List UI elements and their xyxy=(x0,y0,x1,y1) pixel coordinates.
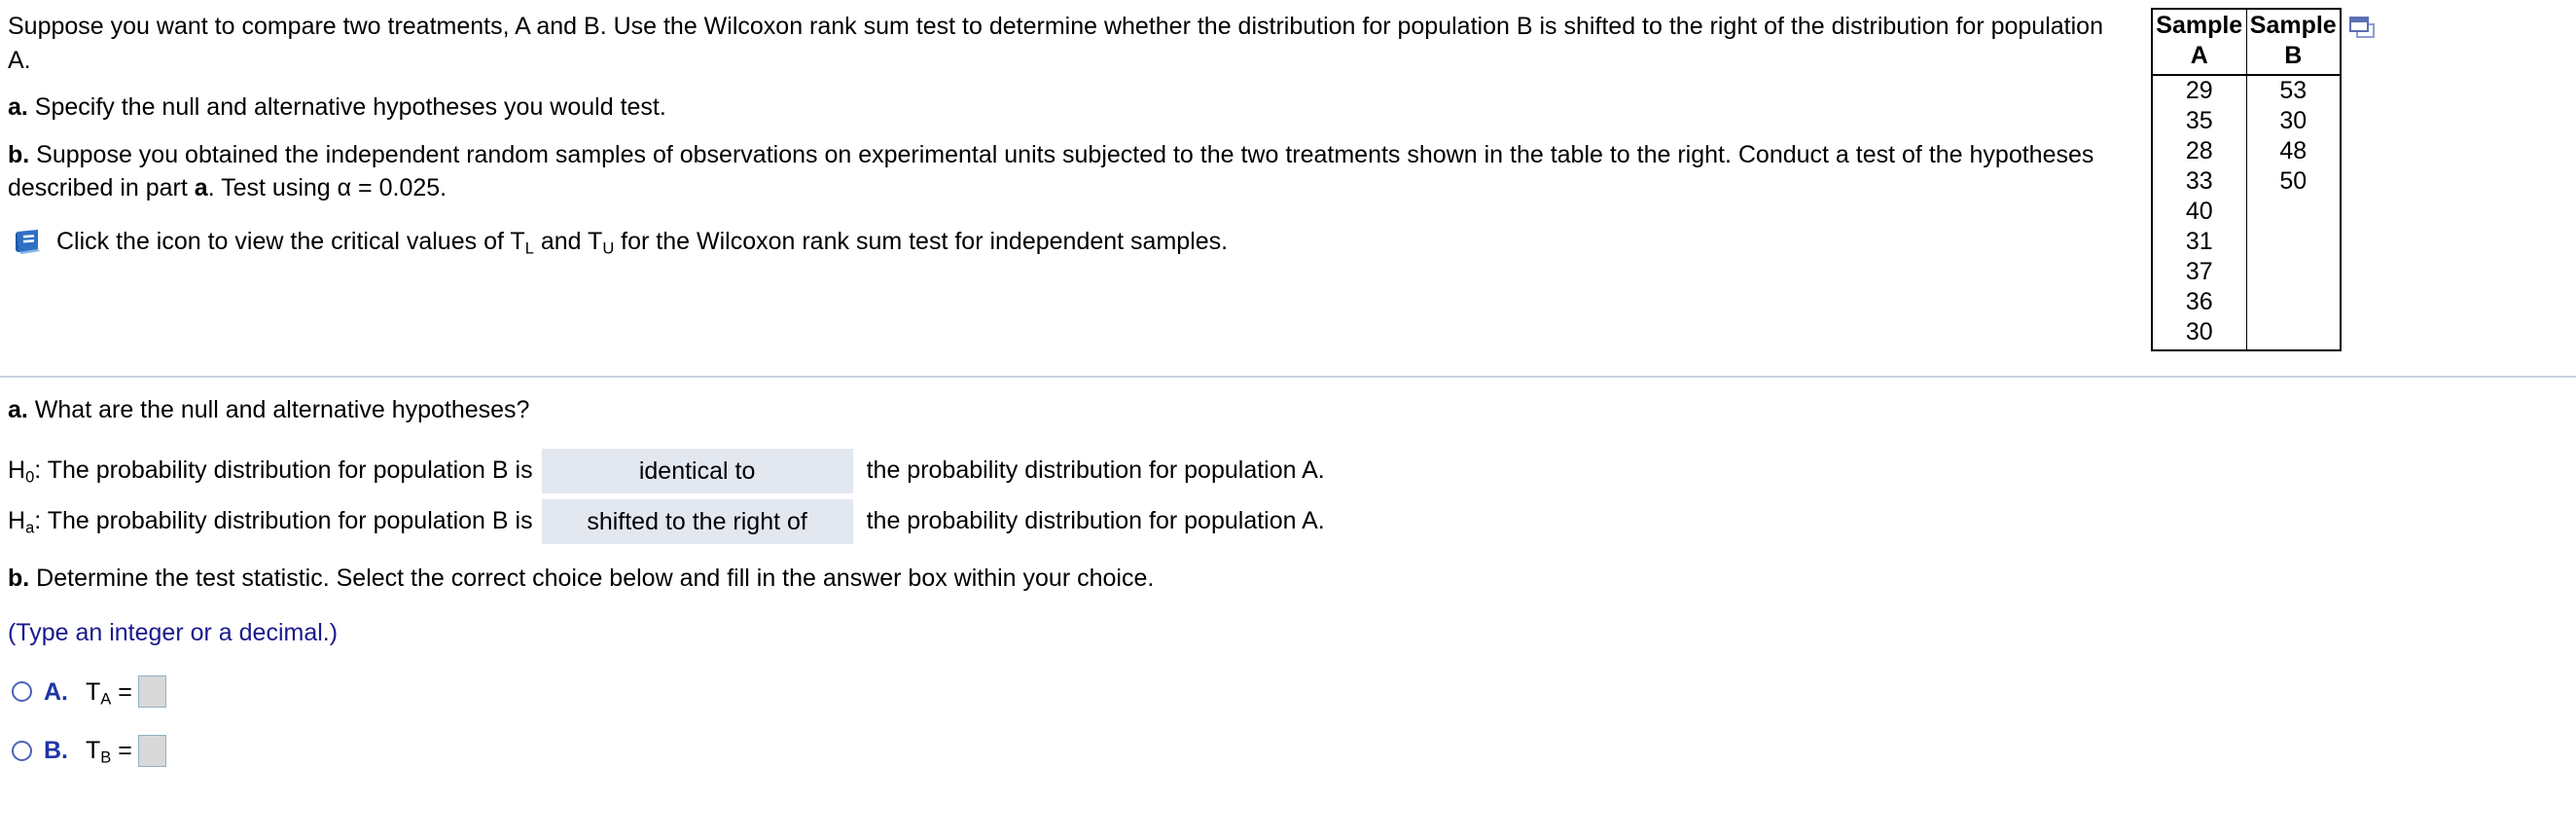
h0-subscript: 0 xyxy=(25,468,35,487)
cell-sample-b: 53 xyxy=(2245,75,2342,106)
cell-sample-a: 31 xyxy=(2151,227,2247,257)
problem-statement-panel: Suppose you want to compare two treatmen… xyxy=(0,0,2576,376)
alpha-expression: α = 0.025 xyxy=(338,174,441,201)
part-b-paragraph: b. Suppose you obtained the independent … xyxy=(8,138,2109,205)
ha-subscript: a xyxy=(25,519,35,537)
t-lower-subscript: L xyxy=(524,239,534,258)
alpha-symbol: α xyxy=(337,174,352,201)
column-header-sample-b-line1: Sample xyxy=(2249,12,2337,39)
cell-sample-b xyxy=(2245,317,2342,350)
alternative-hypothesis-dropdown[interactable]: shifted to the right of xyxy=(541,498,853,544)
table-row: 30 xyxy=(2151,317,2342,350)
choice-row-b[interactable]: B. TB = xyxy=(8,734,2576,768)
cell-sample-a: 28 xyxy=(2151,136,2247,166)
sample-data-table: Sample A Sample B 29 53 35 30 28 48 33 50 40 3… xyxy=(2151,8,2342,351)
t-upper-subscript: U xyxy=(602,239,615,258)
cell-sample-a: 35 xyxy=(2151,106,2247,136)
alternative-hypothesis-tail: the probability distribution for populat… xyxy=(866,507,1325,535)
choice-b-statistic-label: TB = xyxy=(86,734,132,768)
part-a-paragraph: a. Specify the null and alternative hypo… xyxy=(8,91,2109,125)
part-a-text: Specify the null and alternative hypothe… xyxy=(27,93,666,121)
ha-lead-text: : The probability distribution for popul… xyxy=(34,507,533,535)
column-header-sample-a-line1: Sample xyxy=(2156,12,2243,39)
h0-lead-text: : The probability distribution for popul… xyxy=(34,456,533,485)
table-row: 40 xyxy=(2151,197,2342,227)
problem-text-column: Suppose you want to compare two treatmen… xyxy=(8,10,2109,258)
cell-sample-a: 29 xyxy=(2151,75,2247,106)
null-hypothesis-lead: H0: The probability distribution for pop… xyxy=(8,454,542,488)
cell-sample-a: 40 xyxy=(2151,197,2247,227)
part-a-label: a. xyxy=(8,93,28,121)
book-icon[interactable] xyxy=(14,227,43,256)
question-a-text: What are the null and alternative hypoth… xyxy=(27,396,530,423)
column-header-sample-b: Sample B xyxy=(2245,8,2342,76)
alpha-equals: = xyxy=(351,174,379,201)
answer-input-b[interactable] xyxy=(137,734,166,767)
ha-symbol: H xyxy=(8,507,26,535)
choice-a-equals: = xyxy=(111,677,132,706)
table-header-row: Sample A Sample B xyxy=(2151,8,2342,76)
radio-button-a[interactable] xyxy=(12,681,32,703)
icon-line-text-part3: for the Wilcoxon rank sum test for indep… xyxy=(614,227,1229,255)
alternative-hypothesis-row: Ha: The probability distribution for pop… xyxy=(8,498,2576,544)
part-b-label: b. xyxy=(8,140,30,168)
cell-sample-a: 36 xyxy=(2151,287,2247,317)
critical-values-link-row[interactable]: Click the icon to view the critical valu… xyxy=(8,225,2109,259)
null-hypothesis-dropdown[interactable]: identical to xyxy=(541,448,853,493)
question-b-label: b. xyxy=(8,564,30,592)
critical-values-link-text[interactable]: Click the icon to view the critical valu… xyxy=(56,225,2109,259)
cell-sample-b: 30 xyxy=(2245,106,2342,136)
question-b-prompt: b. Determine the test statistic. Select … xyxy=(8,562,2576,596)
table-row: 28 48 xyxy=(2151,136,2342,166)
choice-row-a[interactable]: A. TA = xyxy=(8,675,2576,710)
icon-line-text-part2: and T xyxy=(533,227,603,255)
choice-a-stat-base: T xyxy=(86,677,101,706)
alpha-value: 0.025 xyxy=(378,174,441,201)
radio-button-b[interactable] xyxy=(12,740,32,761)
cell-sample-b: 48 xyxy=(2245,136,2342,166)
null-hypothesis-tail: the probability distribution for populat… xyxy=(866,456,1325,485)
choice-b-stat-subscript: B xyxy=(100,748,112,767)
choice-letter-a: A. xyxy=(44,677,68,706)
part-b-text-third: . xyxy=(440,174,447,201)
cell-sample-b: 50 xyxy=(2245,166,2342,197)
cell-sample-b xyxy=(2245,257,2342,287)
part-b-text-second: . Test using xyxy=(207,174,338,201)
cell-sample-a: 33 xyxy=(2151,166,2247,197)
cell-sample-b xyxy=(2245,197,2342,227)
choice-a-stat-subscript: A xyxy=(100,690,112,709)
table-row: 37 xyxy=(2151,257,2342,287)
column-header-sample-a-line2: A xyxy=(2190,41,2208,69)
problem-intro-paragraph: Suppose you want to compare two treatmen… xyxy=(8,10,2109,77)
choice-letter-b: B. xyxy=(44,737,68,764)
column-header-sample-b-line2: B xyxy=(2284,41,2303,69)
column-header-sample-a: Sample A xyxy=(2151,8,2247,76)
question-b-text: Determine the test statistic. Select the… xyxy=(29,564,1155,592)
choice-b-stat-base: T xyxy=(86,737,101,764)
type-format-hint: (Type an integer or a decimal.) xyxy=(8,619,339,646)
table-row: 36 xyxy=(2151,287,2342,317)
table-row: 31 xyxy=(2151,227,2342,257)
choice-b-equals: = xyxy=(111,737,132,764)
answer-input-a[interactable] xyxy=(137,675,166,709)
icon-line-text-part1: Click the icon to view the critical valu… xyxy=(56,227,525,255)
question-a-prompt: a. What are the null and alternative hyp… xyxy=(8,393,2576,427)
alternative-hypothesis-lead: Ha: The probability distribution for pop… xyxy=(8,504,542,538)
cell-sample-b xyxy=(2245,227,2342,257)
answer-panel: a. What are the null and alternative hyp… xyxy=(0,378,2576,768)
cell-sample-b xyxy=(2245,287,2342,317)
null-hypothesis-row: H0: The probability distribution for pop… xyxy=(8,448,2576,493)
question-a-label: a. xyxy=(8,396,28,423)
choice-a-statistic-label: TA = xyxy=(86,675,132,710)
table-row: 35 30 xyxy=(2151,106,2342,136)
popout-window-icon[interactable] xyxy=(2348,16,2381,41)
cell-sample-a: 30 xyxy=(2151,317,2247,350)
table-row: 33 50 xyxy=(2151,166,2342,197)
table-row: 29 53 xyxy=(2151,75,2342,106)
cell-sample-a: 37 xyxy=(2151,257,2247,287)
part-b-reference-a: a xyxy=(194,174,208,201)
sample-data-table-container: Sample A Sample B 29 53 35 30 28 48 33 50 40 3… xyxy=(2151,8,2375,351)
h0-symbol: H xyxy=(8,456,26,485)
problem-intro-text: Suppose you want to compare two treatmen… xyxy=(8,13,2103,74)
